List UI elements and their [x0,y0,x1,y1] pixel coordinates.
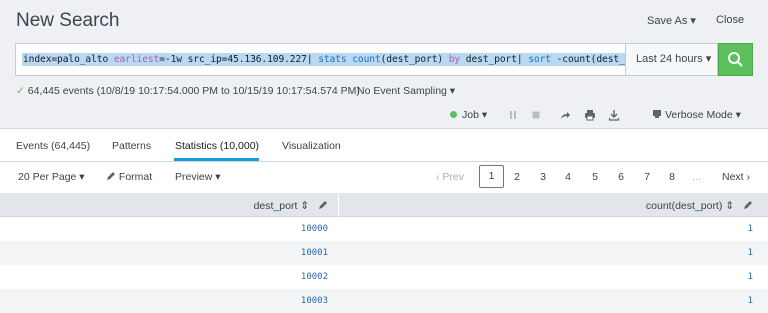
event-count-text: 64,445 events (10/8/19 10:17:54.000 PM t… [27,85,360,97]
print-icon[interactable] [584,109,596,121]
results-tabs: Events (64,445) Patterns Statistics (10,… [0,129,768,162]
table-row: 10001 1 [0,241,768,265]
search-icon [728,52,743,67]
tab-events[interactable]: Events (64,445) [16,140,90,152]
column-header-count[interactable]: count(dest_port) ⇕ [646,200,753,212]
page-3[interactable]: 3 [536,171,550,183]
count-cell[interactable]: 1 [748,224,753,234]
query-part: earliest [113,54,160,65]
search-mode-menu[interactable]: Verbose Mode ▾ [652,109,741,123]
next-page-link[interactable]: Next › [722,171,750,183]
dest-port-cell[interactable]: 10000 [301,224,328,234]
query-part: =-1w src_ip=45.136.109.227| [159,54,319,65]
query-part: sort [528,54,551,65]
verbose-mode-label: Verbose Mode ▾ [665,109,741,121]
page-5[interactable]: 5 [588,171,602,183]
tab-patterns[interactable]: Patterns [112,140,151,152]
page-1[interactable]: 1 [479,165,504,188]
tab-statistics[interactable]: Statistics (10,000) [175,140,259,152]
column-label: dest_port ⇕ [253,200,310,212]
search-header-panel: New Search Save As ▾ Close index=palo_al… [0,0,768,129]
search-button[interactable] [718,43,753,76]
dest-port-cell[interactable]: 10002 [301,272,328,282]
pause-icon[interactable] [508,109,518,121]
query-part: dest_port| [460,54,529,65]
results-toolbar: 20 Per Page ▾ Format Preview ▾ ‹ Prev 1 … [0,162,768,193]
preview-dropdown[interactable]: Preview ▾ [175,171,221,183]
per-page-dropdown[interactable]: 20 Per Page ▾ [18,171,85,183]
table-header: dest_port ⇕ count(dest_port) ⇕ [0,193,768,217]
page-7[interactable]: 7 [640,171,654,183]
prev-page-link[interactable]: ‹ Prev [436,171,464,183]
column-header-dest-port[interactable]: dest_port ⇕ [254,200,328,212]
stop-icon[interactable] [531,109,541,121]
edit-column-icon[interactable] [743,200,753,210]
job-label: Job ▾ [462,109,488,121]
column-label: count(dest_port) ⇕ [645,200,735,212]
time-range-picker[interactable]: Last 24 hours ▾ [625,43,718,76]
search-query-text[interactable]: index=palo_alto earliest=-1w src_ip=45.1… [22,53,655,66]
pencil-icon [107,172,115,180]
page-title: New Search [16,10,120,31]
query-part: (dest_port) [380,54,449,65]
count-cell[interactable]: 1 [748,296,753,306]
dest-port-cell[interactable]: 10001 [301,248,328,258]
page-4[interactable]: 4 [561,171,575,183]
job-status-dot-icon [450,111,457,118]
table-row: 10000 1 [0,217,768,241]
query-part: index=palo_alto [23,54,114,65]
save-as-menu[interactable]: Save As ▾ [647,14,696,27]
format-label: Format [118,171,153,183]
page-2[interactable]: 2 [510,171,524,183]
event-count-status: ✓ 64,445 events (10/8/19 10:17:54.000 PM… [16,85,360,97]
page-8[interactable]: 8 [665,171,679,183]
edit-column-icon[interactable] [318,200,328,210]
verbose-mode-icon [653,110,661,118]
dest-port-cell[interactable]: 10003 [301,296,328,306]
search-input[interactable]: index=palo_alto earliest=-1w src_ip=45.1… [15,43,655,76]
query-part: by [448,54,461,65]
check-icon: ✓ [16,85,25,97]
export-icon[interactable] [608,109,620,121]
count-cell[interactable]: 1 [748,248,753,258]
event-sampling-dropdown[interactable]: No Event Sampling ▾ [357,85,455,97]
table-row: 10003 1 [0,289,768,313]
close-button[interactable]: Close [716,14,744,26]
format-button[interactable]: Format [106,171,152,183]
query-part: stats count [318,54,381,65]
table-row: 10002 1 [0,265,768,289]
page-6[interactable]: 6 [614,171,628,183]
column-divider[interactable] [338,193,339,217]
pagination-ellipsis: ... [692,171,701,183]
job-menu[interactable]: Job ▾ [450,109,487,123]
active-tab-indicator [174,158,259,161]
count-cell[interactable]: 1 [748,272,753,282]
share-icon[interactable] [559,109,571,121]
tab-visualization[interactable]: Visualization [282,140,341,152]
